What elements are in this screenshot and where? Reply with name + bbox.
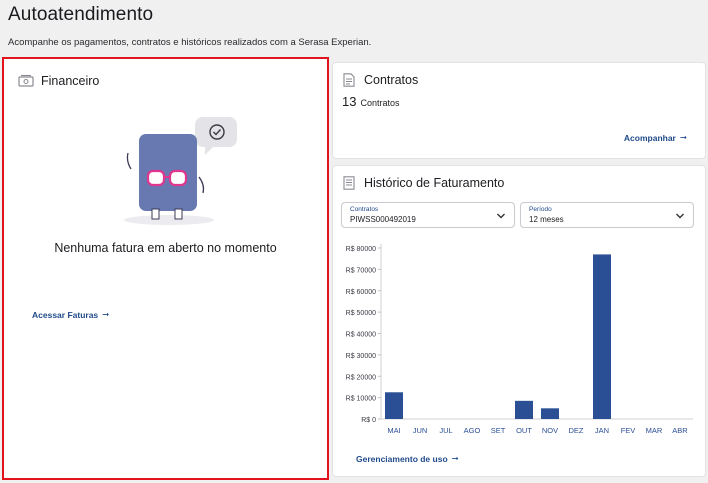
contracts-select-value: PIWSS000492019 [350,215,416,224]
contracts-select[interactable]: Contratos PIWSS000492019 [341,202,515,228]
x-tick-label: OUT [516,426,532,435]
contratos-header: Contratos [341,73,418,87]
y-tick-label: R$ 40000 [346,332,376,339]
contratos-title: Contratos [364,73,419,87]
financeiro-header: Financeiro [18,74,99,88]
document-icon [341,73,357,87]
period-select-value: 12 meses [529,215,564,224]
arrow-right-icon: ➞ [451,453,459,463]
arrow-right-icon: ➞ [679,132,687,142]
historico-title: Histórico de Faturamento [364,176,505,190]
x-tick-label: JUL [439,426,452,435]
y-tick-label: R$ 0 [361,417,376,424]
usage-management-link[interactable]: Gerenciamento de uso ➞ [356,453,459,464]
x-tick-label: JAN [595,426,609,435]
contracts-count-label: Contratos [360,98,400,108]
financeiro-title: Financeiro [41,74,100,88]
x-tick-label: AGO [464,426,481,435]
bar-jan[interactable] [593,254,611,419]
y-tick-label: R$ 10000 [346,396,376,403]
y-tick-label: R$ 80000 [346,246,376,253]
financeiro-card: Financeiro Nenhuma fatura em aberto no m… [2,57,329,480]
access-invoices-link[interactable]: Acessar Faturas ➞ [32,309,109,320]
bar-nov[interactable] [541,408,559,419]
y-tick-label: R$ 20000 [346,374,376,381]
chevron-down-icon [676,213,684,219]
bar-mai[interactable] [385,392,403,419]
chevron-down-icon [497,213,505,219]
contracts-select-label: Contratos [350,206,379,213]
x-tick-label: MAI [387,426,400,435]
contracts-count-number: 13 [342,94,357,109]
follow-contracts-link[interactable]: Acompanhar ➞ [624,132,687,143]
x-tick-label: MAR [646,426,663,435]
follow-contracts-label: Acompanhar [623,132,676,143]
period-select[interactable]: Período 12 meses [520,202,694,228]
historico-header: Histórico de Faturamento [341,176,504,190]
x-tick-label: JUN [413,426,428,435]
money-icon [18,74,34,88]
page-subtitle: Acompanhe os pagamentos, contratos e his… [8,37,372,48]
billing-bar-chart: R$ 0 R$ 10000 R$ 20000 R$ 30000 R$ 40000 R$ 5… [346,244,693,435]
historico-card: Histórico de Faturamento Contratos PIWSS… [332,165,706,477]
contracts-count: 13 Contratos [342,94,400,109]
arrow-right-icon: ➞ [102,309,110,319]
bar-out[interactable] [515,400,533,419]
receipt-icon [341,176,357,190]
x-tick-label: ABR [672,426,688,435]
no-invoice-message: Nenhuma fatura em aberto no momento [54,241,277,255]
x-tick-label: FEV [621,426,636,435]
y-tick-label: R$ 70000 [346,267,376,274]
x-tick-label: DEZ [569,426,584,435]
contratos-card: Contratos 13 Contratos Acompanhar ➞ [332,62,706,159]
y-tick-label: R$ 60000 [346,289,376,296]
usage-management-label: Gerenciamento de uso [356,453,448,464]
mascot-illustration [124,117,237,225]
y-tick-label: R$ 50000 [346,310,376,317]
x-tick-label: NOV [542,426,558,435]
y-tick-label: R$ 30000 [346,353,376,360]
access-invoices-label: Acessar Faturas [32,309,99,320]
page-title: Autoatendimento [8,4,154,25]
x-tick-label: SET [491,426,506,435]
period-select-label: Período [529,206,552,213]
